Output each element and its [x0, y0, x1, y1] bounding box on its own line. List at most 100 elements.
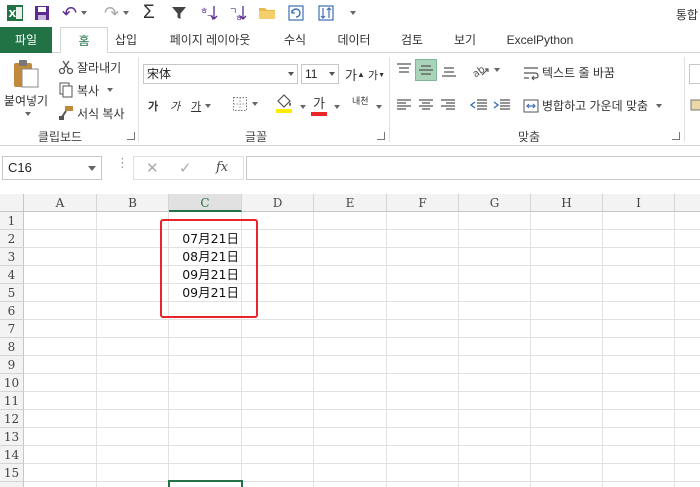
number-format-combo[interactable]: [689, 64, 700, 84]
grow-font-button[interactable]: 가 ▲: [345, 65, 365, 84]
underline-button[interactable]: 가: [191, 98, 212, 114]
column-header-d[interactable]: D: [242, 194, 314, 212]
row-header-10[interactable]: 10: [0, 374, 24, 392]
italic-button[interactable]: 가: [170, 98, 180, 114]
font-color-button[interactable]: 가: [310, 93, 328, 116]
tab-review[interactable]: 검토: [392, 27, 432, 53]
align-left-icon: [397, 99, 411, 110]
borders-button[interactable]: [232, 96, 258, 112]
ribbon-tabs: 파일 홈 삽입 페이지 레이아웃 수식 데이터 검토 보기 ExcelPytho…: [0, 27, 700, 54]
column-header-i[interactable]: I: [603, 194, 675, 212]
column-header-b[interactable]: B: [97, 194, 169, 212]
column-header-partial[interactable]: [675, 194, 700, 212]
font-size-combo[interactable]: 11: [301, 64, 339, 84]
copy-button[interactable]: 복사: [58, 80, 114, 100]
shrink-font-button[interactable]: 가 ▼: [368, 67, 385, 83]
tab-insert[interactable]: 삽입: [108, 27, 144, 53]
align-bottom-button[interactable]: [441, 63, 457, 77]
row-header-9[interactable]: 9: [0, 356, 24, 374]
column-header-h[interactable]: H: [531, 194, 603, 212]
insert-function-icon[interactable]: fx: [216, 160, 228, 175]
align-center-button[interactable]: [418, 98, 434, 112]
cut-button[interactable]: 잘라내기: [58, 57, 121, 77]
sort-dialog-icon[interactable]: [318, 3, 334, 23]
row-header-6[interactable]: 6: [0, 302, 24, 320]
row-header-12[interactable]: 12: [0, 410, 24, 428]
tab-excelpython[interactable]: ExcelPython: [500, 27, 580, 53]
fill-color-button[interactable]: [275, 93, 293, 113]
sort-descending-icon[interactable]: ㄱㅎ: [229, 3, 247, 23]
cancel-icon[interactable]: ✕: [146, 159, 159, 177]
align-right-button[interactable]: [440, 98, 456, 112]
column-header-g[interactable]: G: [459, 194, 531, 212]
select-all-button[interactable]: [0, 194, 24, 212]
tab-formulas[interactable]: 수식: [275, 27, 315, 53]
alignment-dialog-launcher[interactable]: [672, 132, 680, 140]
tab-file[interactable]: 파일: [0, 27, 52, 53]
active-cell-c16[interactable]: [168, 480, 243, 487]
redo-button[interactable]: ↷: [104, 3, 130, 23]
row-header-8[interactable]: 8: [0, 338, 24, 356]
font-name-combo[interactable]: 宋体: [143, 64, 298, 84]
row-header-16[interactable]: [0, 482, 24, 487]
phonetic-button[interactable]: 내천: [352, 97, 369, 106]
bold-button[interactable]: 가: [148, 98, 158, 114]
clipboard-dialog-launcher[interactable]: [127, 132, 135, 140]
worksheet-grid[interactable]: A B C D E F G H I 1 2 3 4 5 6 7 8 9 10 1…: [0, 194, 700, 487]
decrease-indent-button[interactable]: [470, 98, 488, 112]
increase-indent-button[interactable]: [493, 98, 511, 112]
merge-center-label: 병합하고 가운데 맞춤: [542, 99, 649, 113]
font-color-dropdown-icon[interactable]: [334, 105, 340, 109]
row-header-7[interactable]: 7: [0, 320, 24, 338]
row-header-2[interactable]: 2: [0, 230, 24, 248]
orientation-button[interactable]: ab: [470, 61, 500, 79]
refresh-icon[interactable]: [288, 3, 304, 23]
row-header-3[interactable]: 3: [0, 248, 24, 266]
wrap-text-button[interactable]: 텍스트 줄 바꿈: [523, 64, 615, 81]
row-header-14[interactable]: 14: [0, 446, 24, 464]
align-bottom-icon: [442, 67, 456, 77]
align-left-button[interactable]: [396, 98, 412, 112]
tab-view[interactable]: 보기: [445, 27, 485, 53]
autosum-icon[interactable]: Σ: [143, 2, 155, 23]
borders-icon: [233, 97, 247, 111]
fill-color-dropdown-icon[interactable]: [300, 105, 306, 109]
gridline: [24, 391, 700, 392]
sigma-label: Σ: [143, 2, 155, 23]
formula-input[interactable]: [246, 156, 700, 180]
row-header-1[interactable]: 1: [0, 212, 24, 230]
customize-qat-icon[interactable]: [346, 3, 356, 23]
column-header-f[interactable]: F: [387, 194, 459, 212]
undo-button[interactable]: ↶: [62, 3, 88, 23]
row-header-5[interactable]: 5: [0, 284, 24, 302]
name-box[interactable]: C16: [2, 156, 102, 180]
format-painter-button[interactable]: 서식 복사: [58, 103, 125, 123]
row-header-15[interactable]: 15: [0, 464, 24, 482]
paste-button[interactable]: 붙여넣기: [2, 59, 50, 121]
open-folder-icon[interactable]: [258, 3, 276, 23]
merge-center-button[interactable]: 병합하고 가운데 맞춤: [523, 97, 663, 114]
number-format-button[interactable]: [690, 98, 700, 112]
enter-icon[interactable]: ✓: [179, 159, 192, 177]
sort-ascending-icon[interactable]: ㅎㄱ: [200, 3, 218, 23]
row-header-13[interactable]: 13: [0, 428, 24, 446]
font-dialog-launcher[interactable]: [377, 132, 385, 140]
tab-page-layout[interactable]: 페이지 레이아웃: [158, 27, 262, 53]
align-top-button[interactable]: [396, 63, 412, 77]
tab-data[interactable]: 데이터: [330, 27, 378, 53]
decrease-indent-icon: [470, 99, 487, 110]
formula-bar-grip-icon[interactable]: ⋮: [116, 156, 129, 169]
phonetic-dropdown-icon[interactable]: [376, 105, 382, 109]
column-header-c[interactable]: C: [169, 194, 242, 212]
filter-icon[interactable]: [171, 3, 187, 23]
window-title: 통합: [675, 8, 698, 22]
row-header-4[interactable]: 4: [0, 266, 24, 284]
save-icon[interactable]: [34, 3, 50, 23]
tab-home[interactable]: 홈: [60, 27, 108, 54]
chevron-down-icon: [350, 11, 356, 15]
column-header-e[interactable]: E: [314, 194, 387, 212]
column-header-a[interactable]: A: [24, 194, 97, 212]
font-name-value: 宋体: [147, 67, 172, 81]
align-middle-button[interactable]: [415, 59, 437, 81]
row-header-11[interactable]: 11: [0, 392, 24, 410]
